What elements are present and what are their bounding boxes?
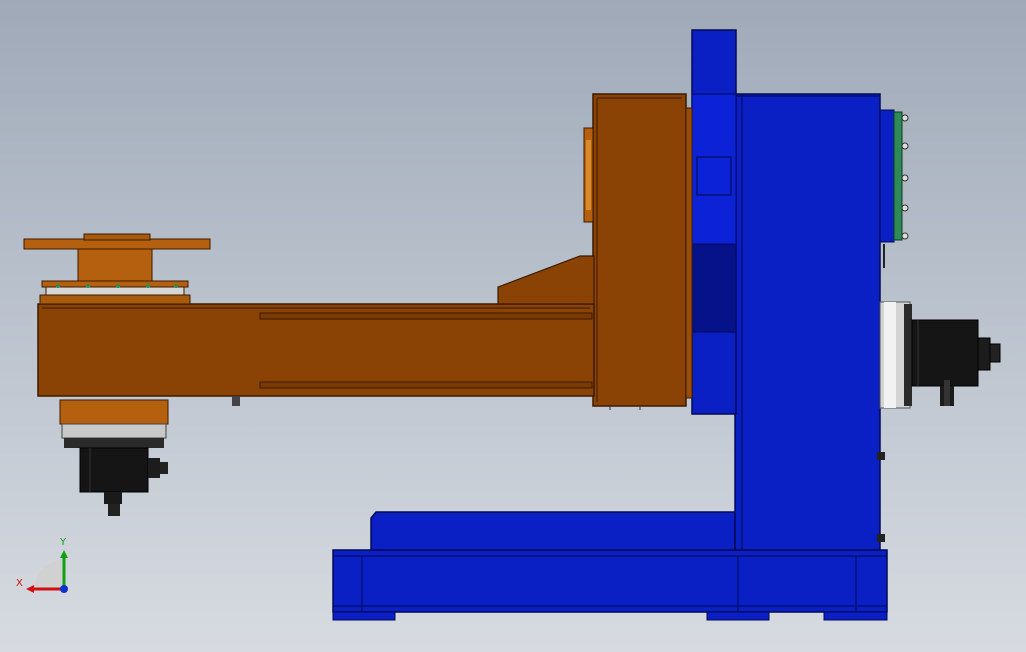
z-axis-dot [60, 585, 68, 593]
rotary-servo-motor[interactable] [59, 399, 169, 516]
y-axis-label: Y [59, 537, 67, 548]
turntable[interactable] [23, 233, 211, 305]
tilt-axis-flange[interactable] [879, 109, 909, 268]
arm-mount-plate[interactable] [583, 93, 693, 410]
tilt-plate[interactable] [688, 29, 737, 415]
cad-viewport[interactable]: X Y [0, 0, 1026, 652]
x-axis-label: X [16, 578, 23, 589]
tilt-servo-motor[interactable] [879, 301, 1001, 409]
cad-model[interactable]: X Y [0, 0, 1026, 652]
axis-triad: X Y [16, 537, 68, 593]
